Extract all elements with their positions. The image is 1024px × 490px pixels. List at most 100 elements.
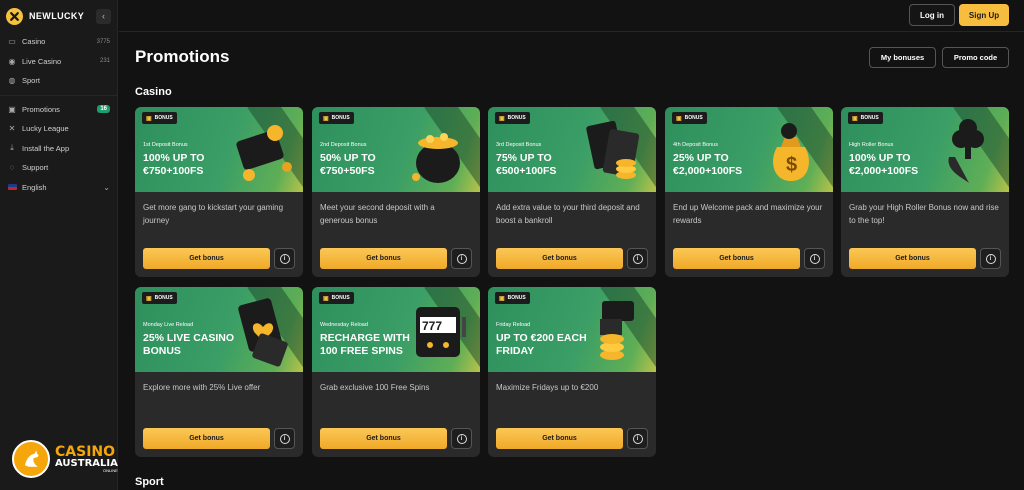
promotion-card[interactable]: ▣ BONUS 2nd Deposit Bonus 50% UP TO €750… [312,107,480,277]
info-button[interactable]: i [451,428,472,449]
chevron-down-icon: ⌄ [103,182,110,192]
language-selector[interactable]: English ⌄ [0,178,117,198]
brand-logo-icon[interactable] [6,7,23,25]
my-bonuses-button[interactable]: My bonuses [869,47,936,68]
gift-icon: ▣ [852,115,858,122]
info-icon: i [279,253,290,264]
promotion-card[interactable]: ▣ BONUS 4th Deposit Bonus 25% UP TO €2,0… [665,107,833,277]
info-icon: i [632,433,643,444]
kangaroo-icon [12,440,50,478]
get-bonus-button[interactable]: Get bonus [849,248,976,269]
promotion-card[interactable]: ▣ BONUS High Roller Bonus 100% UP TO €2,… [841,107,1009,277]
info-button[interactable]: i [804,248,825,269]
league-icon: ✕ [8,124,16,134]
gift-icon: ▣ [8,104,16,114]
promotion-banner[interactable]: ▣ BONUS Friday Reload UP TO €200 EACH FR… [488,287,656,372]
sidebar-item-live-casino[interactable]: ◉ Live Casino 231 [0,52,117,72]
watermark-text: CASINO AUSTRALIA ONLINE [55,445,118,473]
sidebar-item-install-app[interactable]: ⤓ Install the App [0,139,117,159]
collapse-sidebar-button[interactable]: ‹ [96,8,111,24]
get-bonus-button[interactable]: Get bonus [496,428,623,449]
get-bonus-button[interactable]: Get bonus [320,428,447,449]
support-icon: ◌ [9,163,15,173]
live-casino-count: 231 [99,58,110,65]
promotion-banner[interactable]: ▣ BONUS Monday Live Reload 25% LIVE CASI… [135,287,303,372]
bonus-tag-label: BONUS [331,115,350,121]
cards-coins-icon [586,120,640,179]
sport-icon: ◍ [8,76,16,86]
sidebar-item-label: Casino [22,37,46,47]
brand-row: NEWLUCKY ‹ [0,0,117,32]
promotion-banner[interactable]: ▣ BONUS 2nd Deposit Bonus 50% UP TO €750… [312,107,480,192]
promotion-banner[interactable]: ▣ BONUS 3rd Deposit Bonus 75% UP TO €500… [488,107,656,192]
promotion-banner[interactable]: ▣ BONUS 1st Deposit Bonus 100% UP TO €75… [135,107,303,192]
promotion-card[interactable]: ▣ BONUS 3rd Deposit Bonus 75% UP TO €500… [488,107,656,277]
page-title: Promotions [135,47,230,66]
section-casino-title: Casino [135,86,172,98]
sidebar-item-support[interactable]: ◌ Support [0,158,117,178]
get-bonus-button[interactable]: Get bonus [673,248,800,269]
promotion-banner[interactable]: ▣ BONUS High Roller Bonus 100% UP TO €2,… [841,107,1009,192]
promotion-card[interactable]: ▣ BONUS Friday Reload UP TO €200 EACH FR… [488,287,656,457]
promotion-description: Maximize Fridays up to €200 [496,383,599,392]
promotion-subtitle: Monday Live Reload [143,322,194,328]
sidebar-item-label: Support [22,163,49,173]
gift-icon: ▣ [499,115,505,122]
info-button[interactable]: i [980,248,1001,269]
info-button[interactable]: i [627,428,648,449]
promotion-card[interactable]: ▣ BONUS Wednesday Reload RECHARGE WITH 1… [312,287,480,457]
info-icon: i [809,253,820,264]
signup-button[interactable]: Sign Up [959,4,1009,26]
gift-icon: ▣ [146,295,152,302]
bonus-tag-label: BONUS [331,295,350,301]
get-bonus-button[interactable]: Get bonus [143,248,270,269]
bonus-tag-label: BONUS [154,295,173,301]
promotion-card[interactable]: ▣ BONUS Monday Live Reload 25% LIVE CASI… [135,287,303,457]
promotion-subtitle: Friday Reload [496,322,531,328]
promotion-description: Get more gang to kickstart your gaming j… [143,203,284,225]
login-button[interactable]: Log in [909,4,955,26]
info-icon: i [456,433,467,444]
sidebar-item-promotions[interactable]: ▣ Promotions 16 [0,100,117,120]
get-bonus-button[interactable]: Get bonus [320,248,447,269]
get-bonus-button[interactable]: Get bonus [496,248,623,269]
sidebar-item-lucky-league[interactable]: ✕ Lucky League [0,119,117,139]
info-icon: i [632,253,643,264]
gift-icon: ▣ [323,295,329,302]
info-icon: i [985,253,996,264]
sidebar-item-sport[interactable]: ◍ Sport [0,71,117,91]
get-bonus-button[interactable]: Get bonus [143,428,270,449]
pot-of-gold-icon [412,133,460,183]
info-button[interactable]: i [451,248,472,269]
sidebar-item-label: Install the App [22,143,70,153]
sidebar-item-label: Lucky League [22,124,69,134]
brand-name[interactable]: NEWLUCKY [29,11,84,21]
bonus-tag-label: BONUS [154,115,173,121]
info-button[interactable]: i [274,428,295,449]
download-icon: ⤓ [10,143,14,153]
money-bag-icon: $ [773,123,809,181]
promo-code-button[interactable]: Promo code [942,47,1009,68]
promotion-subtitle: 1st Deposit Bonus [143,142,188,148]
sidebar-item-label: Live Casino [22,56,62,66]
casino-icon: ▭ [8,37,16,47]
bonus-tag-label: BONUS [507,115,526,121]
promotion-subtitle: 2nd Deposit Bonus [320,142,367,148]
flag-icon [7,182,17,192]
svg-text:777: 777 [422,319,442,333]
watermark-line3: ONLINE [102,468,118,473]
app-root: NEWLUCKY ‹ ▭ Casino 3775 ◉ Live Casino 2… [0,0,1024,490]
sidebar-item-casino[interactable]: ▭ Casino 3775 [0,32,117,52]
promotion-banner[interactable]: ▣ BONUS Wednesday Reload RECHARGE WITH 1… [312,287,480,372]
promotion-subtitle: 4th Deposit Bonus [673,142,718,148]
gift-icon: ▣ [323,115,329,122]
info-icon: i [456,253,467,264]
info-button[interactable]: i [274,248,295,269]
promotion-banner[interactable]: ▣ BONUS 4th Deposit Bonus 25% UP TO €2,0… [665,107,833,192]
sidebar-item-label: Sport [22,76,40,86]
info-button[interactable]: i [627,248,648,269]
bonus-tag: ▣ BONUS [495,112,530,124]
sidebar-item-label: Promotions [22,104,60,114]
promotion-card[interactable]: ▣ BONUS 1st Deposit Bonus 100% UP TO €75… [135,107,303,277]
info-icon: i [279,433,290,444]
